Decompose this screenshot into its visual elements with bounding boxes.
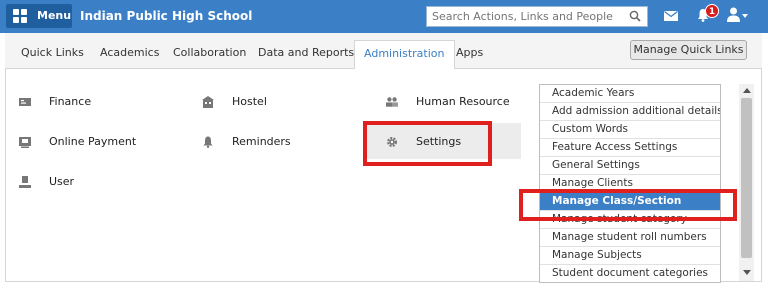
admin-item-label: User	[49, 175, 75, 188]
menu-button[interactable]: Menu	[6, 4, 72, 28]
user-icon	[19, 176, 31, 188]
submenu-item[interactable]: Academic Years	[540, 85, 720, 103]
top-navigation-bar: Menu Indian Public High School 1	[0, 0, 768, 33]
manage-quick-links-button[interactable]: Manage Quick Links	[630, 40, 747, 60]
tab-collaboration[interactable]: Collaboration	[173, 46, 246, 59]
tab-apps[interactable]: Apps	[456, 46, 483, 59]
hostel-icon	[202, 96, 214, 108]
settings-submenu: Academic Years Add admission additional …	[539, 84, 721, 283]
search-icon[interactable]	[629, 10, 641, 22]
bell-icon	[203, 136, 213, 148]
tab-administration[interactable]: Administration	[354, 40, 455, 70]
admin-item-label: Hostel	[232, 95, 267, 108]
admin-item-label: Finance	[49, 95, 92, 108]
people-icon	[386, 97, 398, 107]
administration-panel: Finance Online Payment User Hostel Remin…	[5, 69, 762, 283]
submenu-item[interactable]: Custom Words	[540, 121, 720, 139]
submenu-item[interactable]: Manage Subjects	[540, 247, 720, 265]
submenu-item[interactable]: Manage student roll numbers	[540, 229, 720, 247]
scroll-up-arrow-icon[interactable]	[743, 88, 751, 93]
admin-item-label: Reminders	[232, 135, 291, 148]
settings-callout-box	[363, 121, 492, 166]
caret-down-icon[interactable]	[742, 14, 748, 18]
submenu-item[interactable]: Feature Access Settings	[540, 139, 720, 157]
notification-badge: 1	[705, 4, 719, 18]
admin-item-label: Human Resource	[416, 95, 510, 108]
panel-scrollbar[interactable]	[739, 84, 754, 281]
mail-icon[interactable]	[664, 11, 678, 21]
school-name[interactable]: Indian Public High School	[80, 9, 252, 23]
manage-class-section-callout-box	[519, 189, 737, 221]
submenu-item[interactable]: General Settings	[540, 157, 720, 175]
admin-item-label: Online Payment	[49, 135, 137, 148]
payment-icon	[19, 137, 31, 148]
tab-academics[interactable]: Academics	[100, 46, 159, 59]
user-icon[interactable]	[727, 7, 740, 22]
search-box[interactable]	[426, 6, 648, 27]
tab-quick-links[interactable]: Quick Links	[21, 46, 84, 59]
finance-icon	[19, 98, 31, 106]
tab-data-and-reports[interactable]: Data and Reports	[258, 46, 354, 59]
scroll-thumb[interactable]	[741, 98, 752, 258]
scroll-down-arrow-icon[interactable]	[743, 270, 751, 275]
menu-grid-icon	[13, 9, 27, 23]
search-input[interactable]	[427, 7, 627, 26]
submenu-item[interactable]: Add admission additional details	[540, 103, 720, 121]
tab-bar: Quick Links Academics Collaboration Data…	[5, 33, 762, 70]
submenu-item[interactable]: Student document categories	[540, 265, 720, 282]
menu-label: Menu	[37, 9, 72, 22]
